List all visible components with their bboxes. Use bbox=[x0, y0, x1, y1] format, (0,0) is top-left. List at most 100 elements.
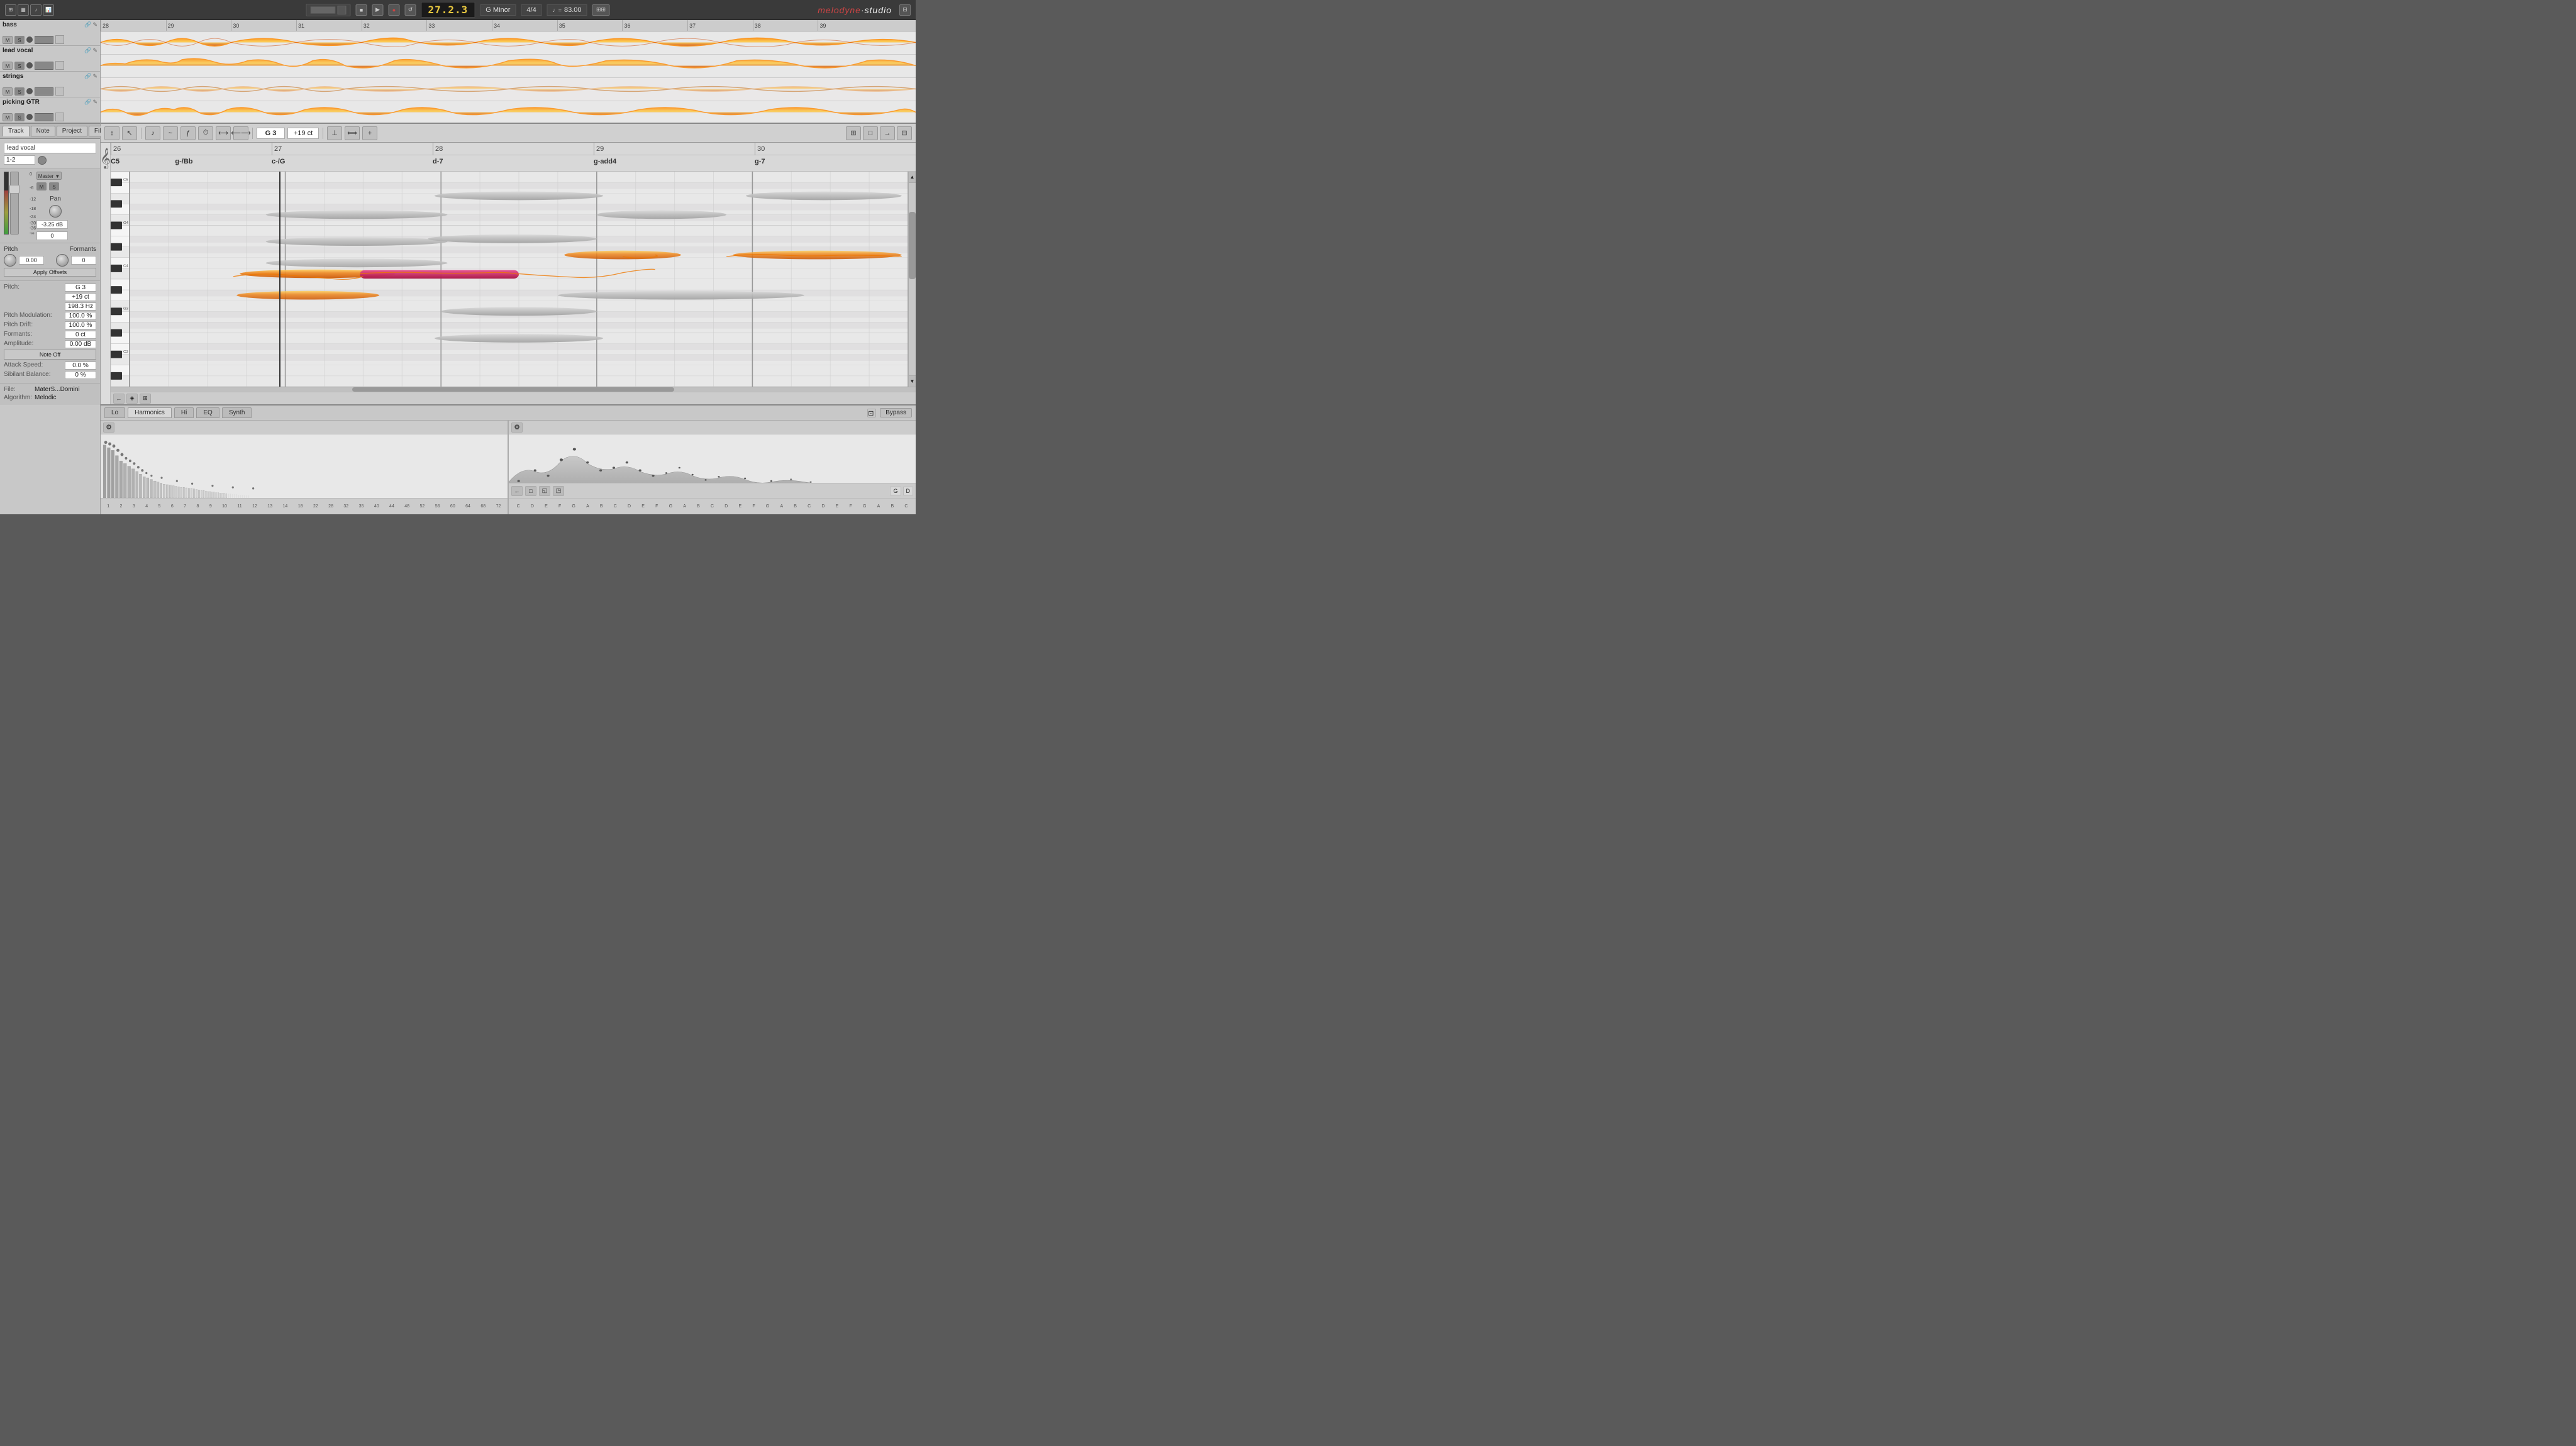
solo-btn-lead-vocal[interactable]: S bbox=[14, 62, 25, 70]
tool-navigate[interactable]: ↕ bbox=[104, 126, 119, 140]
tab-harmonics[interactable]: Harmonics bbox=[128, 407, 172, 418]
freq-e: E bbox=[545, 504, 548, 509]
channel-select[interactable]: 1-2 bbox=[4, 155, 35, 165]
br-settings-icon[interactable]: ⚙ bbox=[511, 422, 523, 433]
pitch-value-field[interactable]: 0.00 bbox=[19, 256, 44, 265]
harmonics-spectrum[interactable] bbox=[101, 434, 508, 498]
stop-button[interactable]: ■ bbox=[355, 4, 367, 16]
harm-3: 3 bbox=[133, 504, 135, 509]
mute-btn-bass[interactable]: M bbox=[3, 36, 13, 44]
track-meter-bass bbox=[35, 36, 53, 44]
tool-r1[interactable]: ⊞ bbox=[846, 126, 861, 140]
measure-28: 28 bbox=[433, 143, 443, 155]
tool-pitch[interactable]: ♪ bbox=[145, 126, 160, 140]
track-controls-picking-gtr: M S bbox=[3, 113, 97, 121]
harm-40: 40 bbox=[374, 504, 379, 509]
settings-button[interactable]: ⊟ bbox=[899, 4, 911, 16]
bottom-options-icon[interactable]: ⊡ bbox=[867, 409, 876, 417]
m-btn[interactable]: M bbox=[36, 182, 47, 190]
tool-snap[interactable]: + bbox=[362, 126, 377, 140]
db-display: -3.25 dB bbox=[36, 220, 68, 229]
pitch-section: Pitch Formants 0.00 0 Apply Offsets bbox=[0, 243, 100, 281]
pr-tool-2[interactable]: ◈ bbox=[126, 394, 138, 404]
apply-offsets-btn[interactable]: Apply Offsets bbox=[4, 268, 96, 277]
track-controls-bass: M S bbox=[3, 35, 97, 44]
app-icon-3[interactable]: ♪ bbox=[30, 4, 42, 16]
master-btn[interactable]: Master ▼ bbox=[36, 172, 62, 180]
tab-eq[interactable]: EQ bbox=[196, 407, 219, 418]
mute-btn-strings[interactable]: M bbox=[3, 87, 13, 96]
bl-settings-icon[interactable]: ⚙ bbox=[103, 422, 114, 433]
tool-time[interactable]: ⏱ bbox=[198, 126, 213, 140]
pitch-knob[interactable] bbox=[4, 254, 16, 267]
br-tool-1[interactable]: ← bbox=[511, 486, 523, 496]
snap-button[interactable]: ⊞⊞ bbox=[592, 4, 610, 16]
br-tool-4[interactable]: ◳ bbox=[553, 486, 564, 496]
waveform-picking-gtr[interactable] bbox=[101, 101, 916, 124]
ruler-39: 39 bbox=[818, 20, 826, 31]
waveform-bass[interactable] bbox=[101, 31, 916, 55]
bypass-btn[interactable]: Bypass bbox=[880, 408, 912, 417]
solo-btn-bass[interactable]: S bbox=[14, 36, 25, 44]
tool-join[interactable]: ⟵⟶ bbox=[233, 126, 248, 140]
note-grid[interactable] bbox=[130, 172, 908, 387]
vertical-scrollbar[interactable]: ▲ ▼ bbox=[908, 172, 916, 387]
channel-knob[interactable] bbox=[38, 156, 47, 165]
tempo-display: ♩= 83.00 bbox=[547, 4, 587, 16]
track-name-strings: strings bbox=[3, 73, 23, 80]
tab-note[interactable]: Note bbox=[31, 126, 55, 136]
formants-value-field[interactable]: 0 bbox=[71, 256, 96, 265]
app-icon-2[interactable]: ▦ bbox=[18, 4, 29, 16]
br-tool-2[interactable]: □ bbox=[525, 486, 536, 496]
vu-meter-left bbox=[4, 172, 9, 235]
tab-project[interactable]: Project bbox=[57, 126, 87, 136]
pr-tool-3[interactable]: ⊞ bbox=[140, 394, 151, 404]
svg-text:C5: C5 bbox=[123, 179, 128, 182]
record-button[interactable]: ● bbox=[388, 4, 399, 16]
app-icon-1[interactable]: ⊞ bbox=[5, 4, 16, 16]
piano-roll-scrollbar[interactable] bbox=[111, 387, 916, 392]
measure-29: 29 bbox=[594, 143, 604, 155]
pan-knob[interactable] bbox=[49, 205, 62, 218]
app-icon-4[interactable]: 📊 bbox=[43, 4, 54, 16]
tool-r2[interactable]: □ bbox=[863, 126, 878, 140]
tab-lo[interactable]: Lo bbox=[104, 407, 125, 418]
tab-track[interactable]: Track bbox=[3, 126, 30, 136]
tool-pitch2[interactable]: ~ bbox=[163, 126, 178, 140]
tool-pointer[interactable]: ↖ bbox=[122, 126, 137, 140]
mute-btn-gtr[interactable]: M bbox=[3, 113, 13, 121]
formants-knob[interactable] bbox=[56, 254, 69, 267]
solo-btn-strings[interactable]: S bbox=[14, 87, 25, 96]
freq-ruler: C D E F G A B C D E F G A bbox=[509, 498, 916, 514]
tool-formant[interactable]: ƒ bbox=[180, 126, 196, 140]
tool-split[interactable]: ⟷ bbox=[216, 126, 231, 140]
tool-spread[interactable]: ⟺ bbox=[345, 126, 360, 140]
track-item-lead-vocal: lead vocal 🔗 ✎ M S bbox=[0, 46, 100, 72]
tab-hi[interactable]: Hi bbox=[174, 407, 194, 418]
solo-btn-gtr[interactable]: S bbox=[14, 113, 25, 121]
harm-9: 9 bbox=[209, 504, 212, 509]
pr-tool-1[interactable]: ← bbox=[113, 394, 125, 404]
waveform-strings[interactable] bbox=[101, 78, 916, 101]
ruler-35: 35 bbox=[557, 20, 565, 31]
app-logo: melodyne·studio bbox=[818, 5, 892, 15]
tool-quantize[interactable]: ⊥ bbox=[327, 126, 342, 140]
loop-button[interactable]: ↺ bbox=[404, 4, 416, 16]
harm-56: 56 bbox=[435, 504, 440, 509]
chord-c5: C5 bbox=[111, 158, 119, 165]
measure-26: 26 bbox=[111, 143, 121, 155]
track-name-field[interactable]: lead vocal bbox=[4, 143, 96, 153]
tool-r4[interactable]: ⊟ bbox=[897, 126, 912, 140]
volume-fader[interactable]: 0 -6 -12 -18 -24 -30 -36 -∞ bbox=[10, 172, 19, 235]
tool-r3[interactable]: → bbox=[880, 126, 895, 140]
play-button[interactable]: ▶ bbox=[372, 4, 383, 16]
s-btn[interactable]: S bbox=[49, 182, 59, 190]
note-off-btn[interactable]: Note Off bbox=[4, 350, 96, 360]
br-tool-3[interactable]: ◱ bbox=[539, 486, 550, 496]
mute-btn-lead-vocal[interactable]: M bbox=[3, 62, 13, 70]
tab-synth[interactable]: Synth bbox=[222, 407, 252, 418]
waveform-lead-vocal[interactable] bbox=[101, 55, 916, 78]
track-meter-lead bbox=[35, 62, 53, 70]
track-list: bass 🔗 ✎ M S lead vocal bbox=[0, 20, 100, 124]
bottom-right-controls: ← □ ◱ ◳ G D bbox=[509, 483, 916, 498]
